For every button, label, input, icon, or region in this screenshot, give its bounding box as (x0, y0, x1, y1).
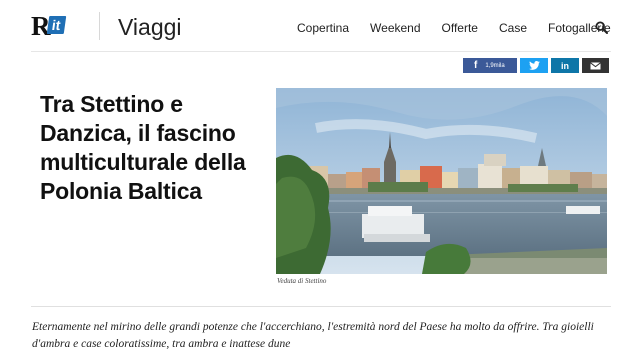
linkedin-icon: in (561, 60, 569, 71)
section-title[interactable]: Viaggi (118, 13, 182, 41)
article-photo[interactable] (276, 88, 607, 274)
header-separator (99, 12, 100, 40)
szczecin-view-image (276, 88, 607, 274)
nav-item-case[interactable]: Case (499, 20, 527, 36)
twitter-share-button[interactable] (520, 58, 548, 73)
article-summary: Eternamente nel mirino delle grandi pote… (32, 321, 594, 350)
header-divider (31, 51, 611, 52)
nav-item-weekend[interactable]: Weekend (370, 20, 420, 36)
facebook-share-count: 1,9mila (485, 62, 505, 69)
twitter-icon (528, 61, 540, 70)
facebook-icon: f (474, 60, 478, 71)
logo-letter: R (31, 11, 50, 41)
logo-suffix: it (46, 16, 66, 34)
repubblica-logo[interactable]: R it (31, 11, 83, 41)
nav-item-offerte[interactable]: Offerte (442, 20, 478, 36)
linkedin-share-button[interactable]: in (551, 58, 579, 73)
content-divider (31, 306, 611, 307)
envelope-icon (590, 61, 601, 69)
photo-caption: Veduta di Stettino (277, 277, 327, 285)
main-nav: Copertina Weekend Offerte Case Fotogalle… (297, 20, 611, 36)
email-share-button[interactable] (582, 58, 609, 73)
facebook-share-button[interactable]: f 1,9mila (463, 58, 517, 73)
site-header: R it Viaggi Copertina Weekend Offerte Ca… (0, 0, 640, 52)
share-bar: f 1,9mila in (463, 58, 609, 73)
search-icon[interactable] (595, 21, 608, 34)
nav-item-copertina[interactable]: Copertina (297, 20, 349, 36)
article-headline: Tra Stettino e Danzica, il fascino multi… (40, 91, 246, 204)
